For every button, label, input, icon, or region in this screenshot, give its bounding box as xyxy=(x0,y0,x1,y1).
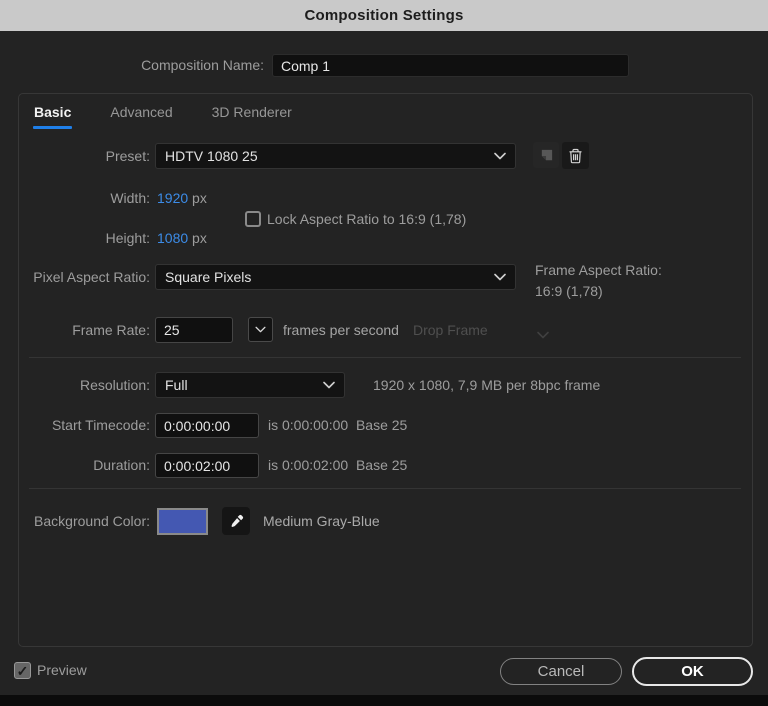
save-preset-button[interactable] xyxy=(533,142,559,168)
composition-name-input[interactable] xyxy=(272,54,629,77)
preset-label: Preset: xyxy=(19,143,150,169)
chevron-down-icon xyxy=(255,326,266,333)
frame-aspect-ratio-value: 16:9 (1,78) xyxy=(535,281,603,301)
eyedropper-button[interactable] xyxy=(222,507,250,535)
preview-checkbox[interactable] xyxy=(14,662,31,679)
width-unit: px xyxy=(192,190,207,206)
resolution-label: Resolution: xyxy=(19,372,150,398)
resolution-info: 1920 x 1080, 7,9 MB per 8bpc frame xyxy=(373,372,600,398)
frame-aspect-ratio-label: Frame Aspect Ratio: xyxy=(535,260,662,280)
section-divider xyxy=(29,357,741,358)
timecode-style-value: Drop Frame xyxy=(413,322,488,338)
background-color-label: Background Color: xyxy=(19,508,150,535)
composition-name-label: Composition Name: xyxy=(0,54,264,76)
start-timecode-label: Start Timecode: xyxy=(19,413,150,438)
tab-basic[interactable]: Basic xyxy=(33,101,72,129)
tab-3d-renderer[interactable]: 3D Renderer xyxy=(211,101,293,129)
start-timecode-input[interactable] xyxy=(155,413,259,438)
chevron-down-icon xyxy=(494,152,506,160)
preset-value: HDTV 1080 25 xyxy=(165,148,258,164)
pixel-aspect-ratio-value: Square Pixels xyxy=(165,269,251,285)
height-value[interactable]: 1080 xyxy=(157,230,188,246)
dialog-title: Composition Settings xyxy=(305,7,464,24)
frames-per-second-label: frames per second xyxy=(283,317,399,343)
pixel-aspect-ratio-dropdown[interactable]: Square Pixels xyxy=(155,264,516,290)
width-label: Width: xyxy=(19,188,150,208)
save-preset-icon xyxy=(539,148,554,163)
cancel-button[interactable]: Cancel xyxy=(500,658,622,685)
duration-info: is 0:00:02:00 Base 25 xyxy=(268,453,407,478)
tab-bar: Basic Advanced 3D Renderer xyxy=(33,101,293,129)
resolution-dropdown[interactable]: Full xyxy=(155,372,345,398)
width-value-group: 1920 px xyxy=(157,188,207,208)
preset-dropdown[interactable]: HDTV 1080 25 xyxy=(155,143,516,169)
resolution-value: Full xyxy=(165,377,188,393)
dialog-titlebar[interactable]: Composition Settings xyxy=(0,0,768,31)
background-color-swatch[interactable] xyxy=(157,508,208,535)
height-label: Height: xyxy=(19,228,150,248)
ok-button[interactable]: OK xyxy=(632,657,753,686)
lock-aspect-label: Lock Aspect Ratio to 16:9 (1,78) xyxy=(267,211,466,227)
eyedropper-icon xyxy=(229,514,244,529)
section-divider xyxy=(29,488,741,489)
frame-rate-preset-button[interactable] xyxy=(248,317,273,342)
trash-icon xyxy=(568,148,583,164)
chevron-down-icon xyxy=(323,381,335,389)
height-value-group: 1080 px xyxy=(157,228,207,248)
height-unit: px xyxy=(192,230,207,246)
frame-rate-input[interactable] xyxy=(155,317,233,343)
frame-rate-label: Frame Rate: xyxy=(19,317,150,343)
start-timecode-info: is 0:00:00:00 Base 25 xyxy=(268,413,407,438)
lock-aspect-checkbox[interactable] xyxy=(245,211,261,227)
tab-advanced[interactable]: Advanced xyxy=(109,101,173,129)
chevron-down-icon xyxy=(537,326,549,344)
settings-panel: Basic Advanced 3D Renderer Preset: HDTV … xyxy=(18,93,753,647)
width-value[interactable]: 1920 xyxy=(157,190,188,206)
chevron-down-icon xyxy=(494,273,506,281)
duration-input[interactable] xyxy=(155,453,259,478)
trash-button[interactable] xyxy=(562,142,589,169)
pixel-aspect-ratio-label: Pixel Aspect Ratio: xyxy=(19,264,150,290)
composition-settings-dialog: Composition Settings Composition Name: B… xyxy=(0,0,768,706)
background-color-name: Medium Gray-Blue xyxy=(263,508,380,535)
duration-label: Duration: xyxy=(19,453,150,478)
window-bottom-edge xyxy=(0,695,768,706)
preview-label: Preview xyxy=(37,662,87,679)
